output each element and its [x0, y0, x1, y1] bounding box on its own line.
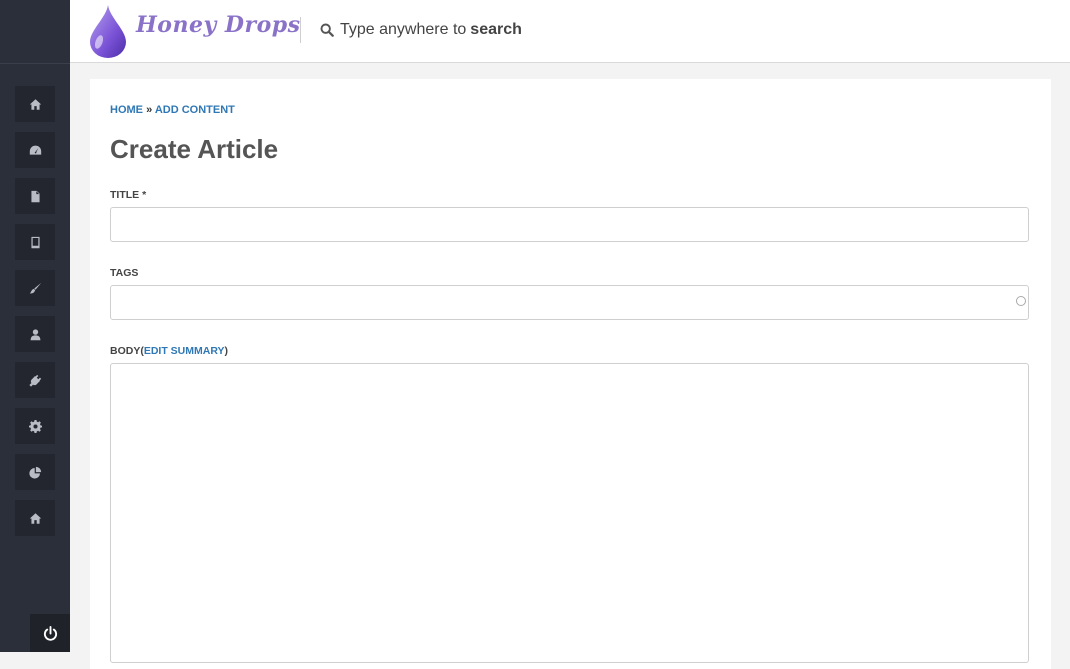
- breadcrumb: HOME » ADD CONTENT: [110, 104, 235, 116]
- title-label: TITLE *: [110, 189, 146, 201]
- search-icon: [320, 23, 334, 37]
- body-textarea[interactable]: [110, 363, 1029, 663]
- sidebar-item-home[interactable]: [15, 86, 55, 122]
- breadcrumb-separator: »: [146, 104, 153, 116]
- breadcrumb-add-content-link[interactable]: ADD CONTENT: [155, 104, 235, 116]
- user-icon: [30, 328, 40, 340]
- sidebar-item-dashboard[interactable]: [15, 132, 55, 168]
- body-label-text: BODY: [110, 345, 141, 357]
- content-card: HOME » ADD CONTENT Create Article TITLE …: [90, 79, 1051, 669]
- sidebar-header: [0, 0, 70, 64]
- search-hint[interactable]: Type anywhere to search: [320, 21, 522, 39]
- file-icon: [30, 190, 40, 202]
- logout-button[interactable]: [30, 614, 70, 652]
- plug-icon: [28, 374, 41, 387]
- page-title: Create Article: [110, 134, 279, 164]
- body-label: BODY(EDIT SUMMARY): [110, 345, 228, 357]
- tablet-icon: [30, 236, 40, 248]
- brush-icon: [29, 282, 41, 293]
- title-label-text: TITLE: [110, 189, 140, 201]
- sidebar-item-appearance[interactable]: [15, 270, 55, 306]
- top-bar: Honey Drops Type anywhere to search: [70, 0, 1070, 63]
- required-mark: *: [142, 189, 147, 201]
- pie-chart-icon: [28, 466, 41, 479]
- home-icon: [29, 512, 41, 524]
- search-hint-text: Type anywhere to: [340, 21, 467, 38]
- edit-summary-link[interactable]: EDIT SUMMARY: [144, 345, 225, 357]
- sidebar-item-content[interactable]: [15, 178, 55, 214]
- sidebar-item-reports[interactable]: [15, 454, 55, 490]
- gear-icon: [28, 419, 42, 433]
- power-icon: [43, 625, 57, 641]
- body-paren-close: ): [224, 345, 229, 357]
- honey-drop-logo-icon[interactable]: [88, 4, 128, 58]
- autocomplete-throbber-icon: [1016, 296, 1026, 306]
- sidebar-item-people[interactable]: [15, 316, 55, 352]
- sidebar-item-configuration[interactable]: [15, 408, 55, 444]
- home-icon: [29, 98, 41, 110]
- search-hint-emphasis: search: [470, 21, 522, 38]
- sidebar: [0, 0, 70, 652]
- breadcrumb-home-link[interactable]: HOME: [110, 104, 143, 116]
- site-name[interactable]: Honey Drops: [136, 12, 301, 38]
- header-divider: [300, 17, 301, 43]
- title-input[interactable]: [110, 207, 1029, 242]
- dashboard-icon: [29, 145, 41, 155]
- tags-input[interactable]: [110, 285, 1029, 320]
- sidebar-item-home-2[interactable]: [15, 500, 55, 536]
- sidebar-item-extend[interactable]: [15, 362, 55, 398]
- tags-label: TAGS: [110, 267, 139, 279]
- sidebar-item-structure[interactable]: [15, 224, 55, 260]
